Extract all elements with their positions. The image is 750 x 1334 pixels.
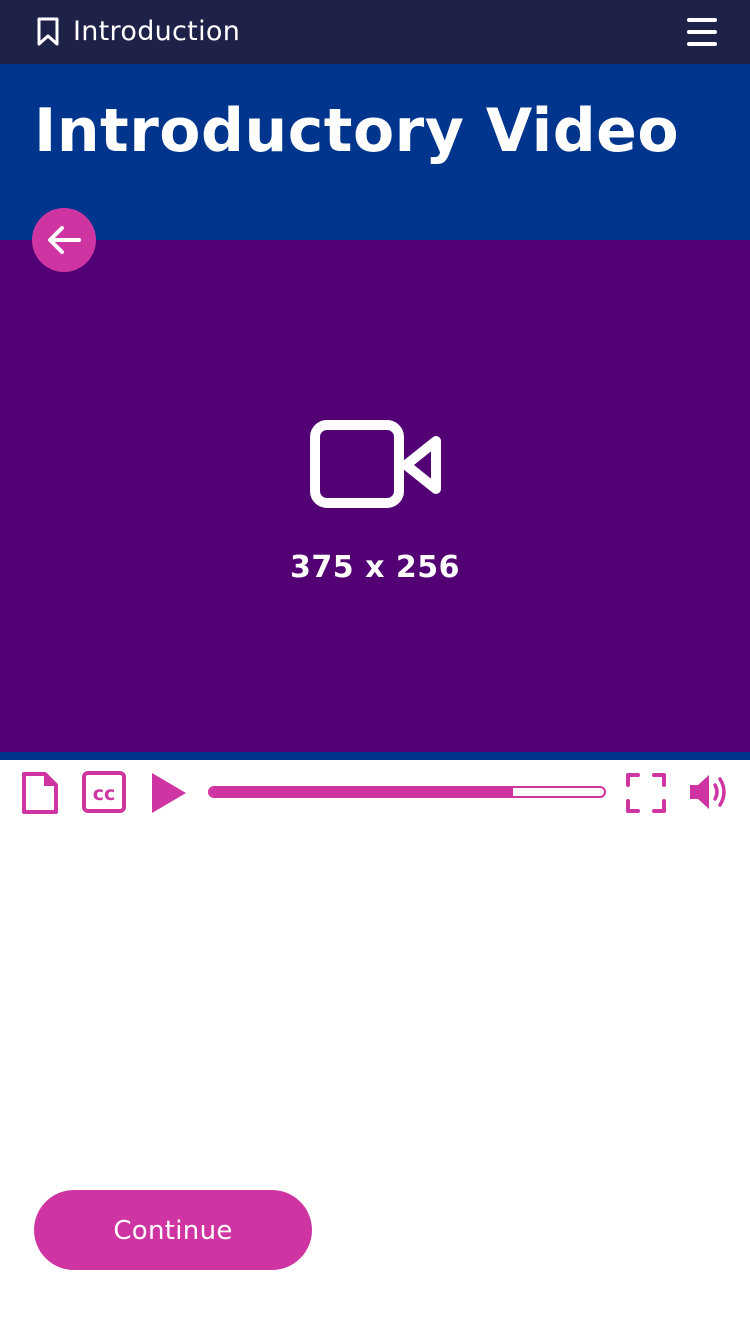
arrow-left-icon — [48, 226, 81, 254]
captions-text: cc — [93, 783, 116, 805]
document-icon[interactable] — [20, 770, 60, 816]
progress-bar[interactable] — [208, 786, 606, 798]
section-title: Introduction — [73, 16, 241, 47]
player-controls: cc — [0, 760, 750, 826]
page-title: Introductory Video — [34, 96, 680, 166]
fullscreen-icon[interactable] — [624, 771, 668, 815]
video-divider — [0, 752, 750, 760]
video-player[interactable]: 375 x 256 — [0, 240, 750, 752]
top-bar: Introduction — [0, 0, 750, 64]
bookmark-icon[interactable] — [35, 17, 61, 47]
back-button[interactable] — [32, 208, 96, 272]
progress-fill — [210, 788, 514, 796]
volume-icon[interactable] — [688, 772, 730, 812]
play-icon[interactable] — [150, 772, 188, 814]
closed-captions-icon[interactable]: cc — [82, 771, 126, 813]
video-camera-icon — [310, 420, 441, 508]
page-header: Introductory Video — [0, 64, 750, 240]
continue-button[interactable]: Continue — [34, 1190, 312, 1270]
hamburger-menu-icon[interactable] — [685, 16, 719, 48]
video-dimensions-label: 375 x 256 — [290, 550, 460, 585]
